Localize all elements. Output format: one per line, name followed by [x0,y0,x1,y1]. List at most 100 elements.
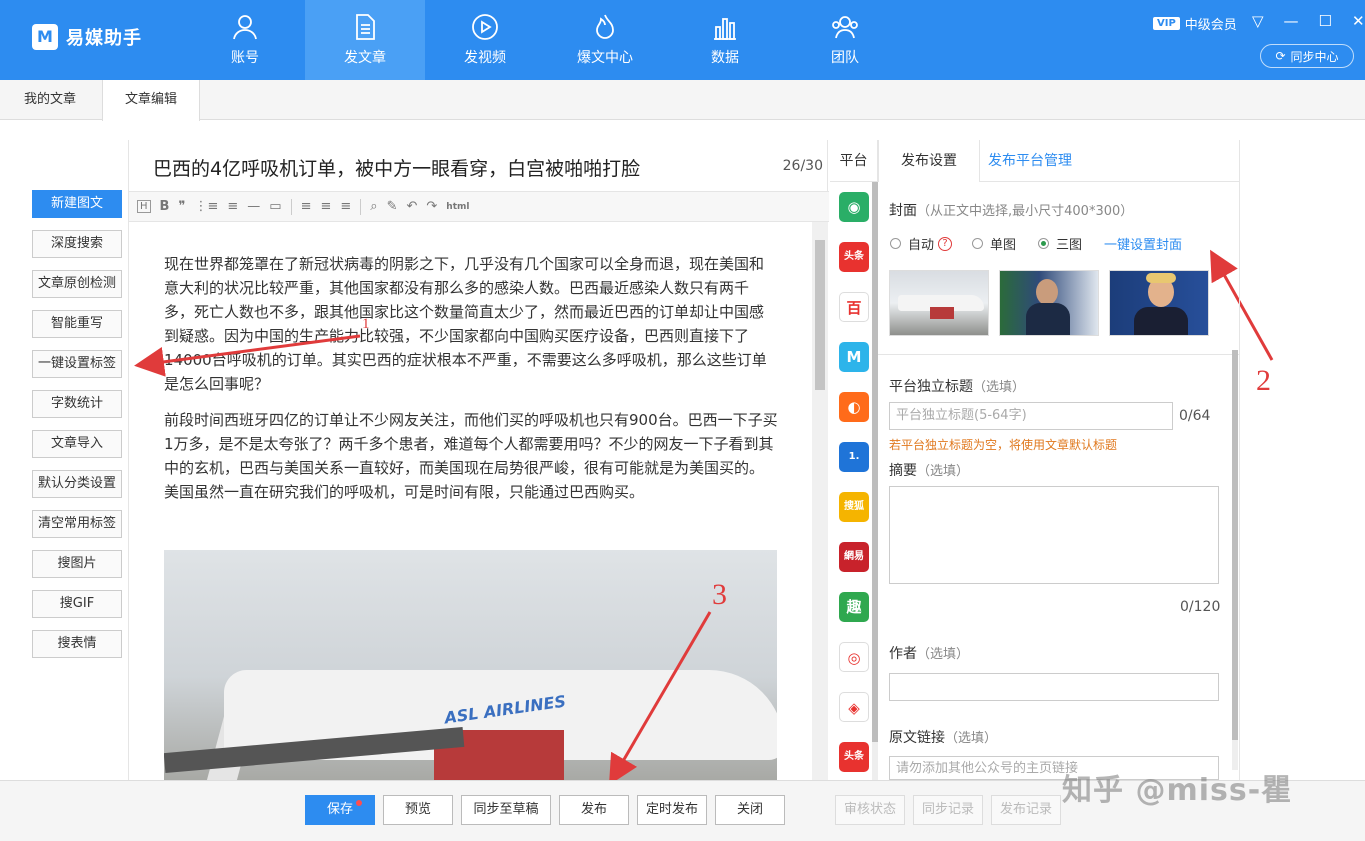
source-link-label: 原文链接（选填） [889,727,997,747]
yidian-icon[interactable]: 1. [839,442,869,472]
radio-auto[interactable] [890,238,901,249]
new-article-button[interactable]: 新建图文 [32,190,122,218]
preview-button[interactable]: 预览 [383,795,453,825]
sync-record-button[interactable]: 同步记录 [913,795,983,825]
summary-textarea[interactable] [889,486,1219,584]
publish-record-button[interactable]: 发布记录 [991,795,1061,825]
eraser-icon[interactable]: ✎ [387,199,398,214]
sohu-icon[interactable]: 搜狐 [839,492,869,522]
radio-auto-label[interactable]: 自动 [908,234,934,253]
close-button[interactable]: 关闭 [715,795,785,825]
nav-publish-article[interactable]: 发文章 [305,0,425,80]
bold-icon[interactable]: B [160,199,170,214]
baijia-icon[interactable]: 百 [839,292,869,322]
one-click-cover-link[interactable]: 一键设置封面 [1104,234,1182,253]
vip-badge: VIP [1153,17,1180,30]
align-center-icon[interactable]: ≡ [320,199,331,214]
html-icon[interactable]: html [446,202,469,212]
clear-tags-button[interactable]: 清空常用标签 [32,510,122,538]
sync-draft-button[interactable]: 同步至草稿 [461,795,551,825]
scrollbar-thumb[interactable] [815,240,825,390]
article-title-input[interactable]: 巴西的4亿呼吸机订单，被中方一眼看穿，白宫被啪啪打脸 [153,154,640,181]
heading-icon[interactable]: H [137,200,151,213]
search-images-button[interactable]: 搜图片 [32,550,122,578]
main-nav: 账号 发文章 发视频 爆文中心 数据 团队 [185,0,905,80]
annotation-2: 2 [1256,364,1271,397]
editor-scrollbar[interactable] [812,222,828,780]
sync-center-button[interactable]: ⟳ 同步中心 [1260,44,1354,68]
page-tabs: 我的文章 文章编辑 [0,80,1365,121]
save-button[interactable]: 保存 [305,795,375,825]
editor-toolbar: H B ❞ ⋮≡ ≡ — ▭ ≡ ≡ ≡ ⌕ ✎ ↶ ↷ html [129,192,829,222]
nav-data[interactable]: 数据 [665,0,785,80]
one-click-tags-button[interactable]: 一键设置标签 [32,350,122,378]
review-status-button[interactable]: 审核状态 [835,795,905,825]
nav-account[interactable]: 账号 [185,0,305,80]
search-emoji-button[interactable]: 搜表情 [32,630,122,658]
publish-button[interactable]: 发布 [559,795,629,825]
article-photo[interactable]: ASL AIRLINES [164,550,777,780]
tab-publish-settings[interactable]: 发布设置 [878,140,980,182]
close-icon[interactable]: ✕ [1352,12,1365,30]
settings-scrollbar[interactable] [1232,350,1238,770]
help-icon[interactable]: ? [938,236,953,251]
align-left-icon[interactable]: ≡ [301,199,312,214]
unordered-list-icon[interactable]: ≡ [227,199,238,214]
cover-thumbnail-3[interactable] [1109,270,1209,336]
cover-thumbnail-1[interactable] [889,270,989,336]
person-head [1036,279,1058,305]
article-import-button[interactable]: 文章导入 [32,430,122,458]
redo-icon[interactable]: ↷ [426,199,437,214]
dropdown-icon[interactable]: ▽ [1252,12,1264,30]
tab-platform-manage[interactable]: 发布平台管理 [980,140,1094,182]
platform-title-warning: 若平台独立标题为空，将使用文章默认标题 [889,438,1118,452]
undo-icon[interactable]: ↶ [406,199,417,214]
tab-my-articles[interactable]: 我的文章 [2,80,98,120]
platform-title-input[interactable]: 平台独立标题(5-64字) [889,402,1173,430]
optional-hint: （选填） [917,464,970,479]
qutoutiao-icon[interactable]: 趣 [839,592,869,622]
image-icon[interactable]: ▭ [269,199,281,214]
tab-article-editor[interactable]: 文章编辑 [102,80,201,121]
dayu-icon[interactable]: ◐ [839,392,869,422]
radio-single-label[interactable]: 单图 [990,234,1016,253]
maximize-icon[interactable]: ☐ [1319,12,1332,30]
dafeng-icon[interactable]: ◈ [839,692,869,722]
weibo-icon[interactable]: ◎ [839,642,869,672]
toutiao-2-icon[interactable]: 头条 [839,742,869,772]
title-row[interactable]: 巴西的4亿呼吸机订单，被中方一眼看穿，白宫被啪啪打脸 26/30 [129,140,829,192]
quote-icon[interactable]: ❞ [178,199,185,214]
nav-publish-video[interactable]: 发视频 [425,0,545,80]
find-icon[interactable]: ⌕ [370,199,377,214]
deep-search-button[interactable]: 深度搜索 [32,230,122,258]
horizontal-rule-icon[interactable]: — [247,199,260,214]
yimei-icon[interactable]: M [839,342,869,372]
schedule-publish-button[interactable]: 定时发布 [637,795,707,825]
scrollbar-thumb[interactable] [1232,350,1238,740]
search-gif-button[interactable]: 搜GIF [32,590,122,618]
minimize-icon[interactable]: — [1284,12,1299,30]
team-icon [831,13,859,41]
nav-team[interactable]: 团队 [785,0,905,80]
article-body[interactable]: 现在世界都笼罩在了新冠状病毒的阴影之下，几乎没有几个国家可以全身而退，现在美国和… [164,252,778,516]
vip-status[interactable]: VIP 中级会员 [1153,14,1237,33]
platform-title-label: 平台独立标题（选填） [889,376,1025,396]
align-right-icon[interactable]: ≡ [340,199,351,214]
wechat-icon[interactable]: ◉ [839,192,869,222]
smart-rewrite-button[interactable]: 智能重写 [32,310,122,338]
nav-hot-articles[interactable]: 爆文中心 [545,0,665,80]
default-category-button[interactable]: 默认分类设置 [32,470,122,498]
radio-single[interactable] [972,238,984,249]
cargo-shape [930,307,954,319]
toutiao-icon[interactable]: 头条 [839,242,869,272]
person-hair [1146,273,1176,283]
originality-check-button[interactable]: 文章原创检测 [32,270,122,298]
netease-icon[interactable]: 網易 [839,542,869,572]
cover-label-text: 封面 [889,203,917,219]
cover-thumbnail-2[interactable] [999,270,1099,336]
radio-three-label[interactable]: 三图 [1056,234,1082,253]
author-input[interactable] [889,673,1219,701]
word-count-button[interactable]: 字数统计 [32,390,122,418]
radio-three[interactable] [1038,238,1050,249]
ordered-list-icon[interactable]: ⋮≡ [194,199,218,214]
